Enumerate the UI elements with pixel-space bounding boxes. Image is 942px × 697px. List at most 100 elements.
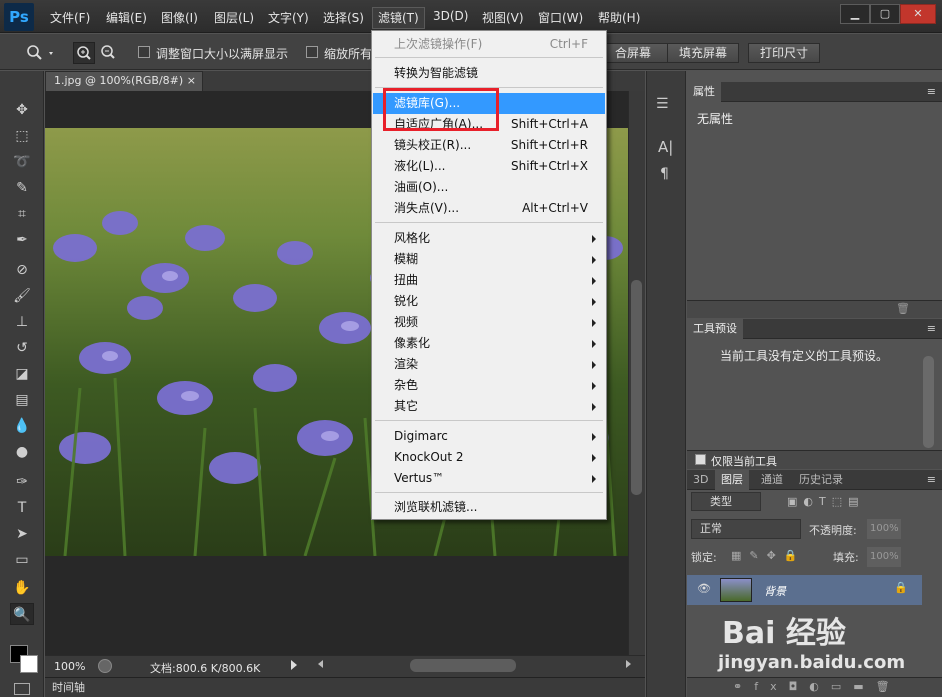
menu-item-video[interactable]: 视频 <box>373 312 605 333</box>
menu-3d[interactable]: 3D(D) <box>433 9 468 23</box>
submenu-arrow-icon <box>592 319 596 327</box>
zoom-all-checkbox[interactable] <box>306 46 318 58</box>
timeline-tab[interactable]: 时间轴 <box>52 679 85 695</box>
menu-select[interactable]: 选择(S) <box>323 9 364 26</box>
crop-tool-icon[interactable]: ⌗ <box>10 203 34 225</box>
type-tool-icon[interactable]: T <box>10 497 34 519</box>
blur-tool-icon[interactable]: 💧 <box>10 415 34 437</box>
trash-icon[interactable]: 🗑 <box>896 302 910 315</box>
print-size-button[interactable]: 打印尺寸 <box>748 43 820 63</box>
pen-tool-icon[interactable]: ✑ <box>10 471 34 493</box>
tool-presets-scrollbar[interactable] <box>923 356 934 448</box>
menu-item-oil-paint[interactable]: 油画(O)... <box>373 177 605 198</box>
menu-item-vertus[interactable]: Vertus™ <box>373 468 605 489</box>
zoom-tool-icon[interactable]: 🔍 <box>10 603 34 625</box>
dodge-tool-icon[interactable]: ● <box>10 441 34 463</box>
resize-windows-checkbox[interactable] <box>138 46 150 58</box>
close-tab-icon[interactable]: × <box>187 72 196 90</box>
layer-filter-select[interactable]: 类型 <box>691 492 761 511</box>
lock-icons[interactable]: ▦✎✥🔒 <box>731 549 806 562</box>
menu-item-other[interactable]: 其它 <box>373 396 605 417</box>
menu-item-distort[interactable]: 扭曲 <box>373 270 605 291</box>
tool-presets-panel-body: 当前工具没有定义的工具预设。 <box>687 340 942 450</box>
scroll-right-icon[interactable] <box>626 660 631 668</box>
history-panel-icon[interactable]: ☰ <box>656 96 669 112</box>
marquee-tool-icon[interactable]: ⬚ <box>10 125 34 147</box>
layer-filter-icons[interactable]: ▣◐T⬚▤ <box>787 495 865 508</box>
healing-brush-tool-icon[interactable]: ⊘ <box>10 259 34 281</box>
layer-name[interactable]: 背景 <box>764 583 786 599</box>
scroll-left-icon[interactable] <box>318 660 323 668</box>
eyedropper-tool-icon[interactable]: ✒ <box>10 229 34 251</box>
clone-stamp-tool-icon[interactable]: ⊥ <box>10 311 34 333</box>
properties-tab[interactable]: 属性 <box>687 82 721 102</box>
document-tab[interactable]: 1.jpg @ 100%(RGB/8#) × <box>45 71 203 91</box>
menu-item-last-filter[interactable]: 上次滤镜操作(F) Ctrl+F <box>373 34 605 55</box>
menu-layer[interactable]: 图层(L) <box>214 9 254 26</box>
zoom-level[interactable]: 100% <box>54 660 85 673</box>
history-brush-tool-icon[interactable]: ↺ <box>10 337 34 359</box>
tab-history[interactable]: 历史记录 <box>793 470 849 490</box>
menu-item-noise[interactable]: 杂色 <box>373 375 605 396</box>
character-panel-icon[interactable]: A| <box>658 138 673 156</box>
menu-image[interactable]: 图像(I) <box>161 9 198 26</box>
menu-file[interactable]: 文件(F) <box>50 9 90 26</box>
status-info-icon[interactable] <box>98 659 112 673</box>
eraser-tool-icon[interactable]: ◪ <box>10 363 34 385</box>
restore-button[interactable]: ▢ <box>870 4 900 24</box>
move-tool-icon[interactable]: ✥ <box>10 99 34 121</box>
fill-screen-button[interactable]: 填充屏幕 <box>667 43 739 63</box>
menu-item-vanishing-point[interactable]: 消失点(V)... Alt+Ctrl+V <box>373 198 605 219</box>
brush-tool-icon[interactable]: 🖌 <box>10 285 34 307</box>
horizontal-scroll-thumb[interactable] <box>410 659 516 672</box>
menu-item-convert-smart-filter[interactable]: 转换为智能滤镜 <box>373 63 605 84</box>
status-menu-arrow-icon[interactable] <box>291 660 297 670</box>
menu-filter[interactable]: 滤镜(T) <box>372 7 425 29</box>
menu-window[interactable]: 窗口(W) <box>538 9 583 26</box>
current-tool-only-checkbox[interactable] <box>695 454 706 465</box>
menu-item-stylize[interactable]: 风格化 <box>373 228 605 249</box>
zoom-tool-preset-icon[interactable] <box>25 44 55 62</box>
shape-tool-icon[interactable]: ▭ <box>10 549 34 571</box>
fill-input[interactable]: 100% <box>867 547 901 567</box>
zoom-out-icon[interactable] <box>98 42 120 64</box>
quick-selection-tool-icon[interactable]: ✎ <box>10 177 34 199</box>
panel-menu-icon[interactable]: ≡ <box>927 85 936 98</box>
menu-item-browse-online-filters[interactable]: 浏览联机滤镜... <box>373 497 605 518</box>
vertical-scroll-thumb[interactable] <box>631 280 642 495</box>
menu-view[interactable]: 视图(V) <box>482 9 524 26</box>
lasso-tool-icon[interactable]: ➰ <box>10 151 34 173</box>
hand-tool-icon[interactable]: ✋ <box>10 577 34 599</box>
menu-type[interactable]: 文字(Y) <box>268 9 309 26</box>
layer-actions-icons[interactable]: ⚭fx◘◐▭▬🗑 <box>733 680 902 693</box>
path-selection-tool-icon[interactable]: ➤ <box>10 523 34 545</box>
tool-presets-tab[interactable]: 工具预设 <box>687 319 743 339</box>
menu-item-liquify[interactable]: 液化(L)... Shift+Ctrl+X <box>373 156 605 177</box>
zoom-in-icon[interactable] <box>73 42 95 64</box>
blend-mode-select[interactable]: 正常 <box>691 519 801 539</box>
menu-item-blur[interactable]: 模糊 <box>373 249 605 270</box>
menu-item-pixelate[interactable]: 像素化 <box>373 333 605 354</box>
tab-channels[interactable]: 通道 <box>755 470 789 490</box>
tab-3d[interactable]: 3D <box>687 470 714 490</box>
opacity-input[interactable]: 100% <box>867 519 901 539</box>
menu-help[interactable]: 帮助(H) <box>598 9 640 26</box>
quick-mask-icon[interactable] <box>14 683 30 695</box>
layer-visibility-eye-icon[interactable]: 👁 <box>697 582 711 595</box>
close-button[interactable]: ✕ <box>900 4 936 24</box>
tab-layers[interactable]: 图层 <box>715 470 749 490</box>
menu-item-lens-correction[interactable]: 镜头校正(R)... Shift+Ctrl+R <box>373 135 605 156</box>
panel-menu-icon[interactable]: ≡ <box>927 473 936 486</box>
panel-menu-icon[interactable]: ≡ <box>927 322 936 335</box>
menu-item-sharpen[interactable]: 锐化 <box>373 291 605 312</box>
gradient-tool-icon[interactable]: ▤ <box>10 389 34 411</box>
menu-edit[interactable]: 编辑(E) <box>106 9 147 26</box>
background-color-swatch[interactable] <box>20 655 38 673</box>
layer-row[interactable]: 👁 背景 🔒 <box>687 575 922 605</box>
menu-item-digimarc[interactable]: Digimarc <box>373 426 605 447</box>
paragraph-panel-icon[interactable]: ¶ <box>660 166 669 182</box>
fit-screen-button[interactable]: 合屏幕 <box>598 43 668 63</box>
menu-item-knockout[interactable]: KnockOut 2 <box>373 447 605 468</box>
minimize-button[interactable]: ▁ <box>840 4 870 24</box>
menu-item-render[interactable]: 渲染 <box>373 354 605 375</box>
